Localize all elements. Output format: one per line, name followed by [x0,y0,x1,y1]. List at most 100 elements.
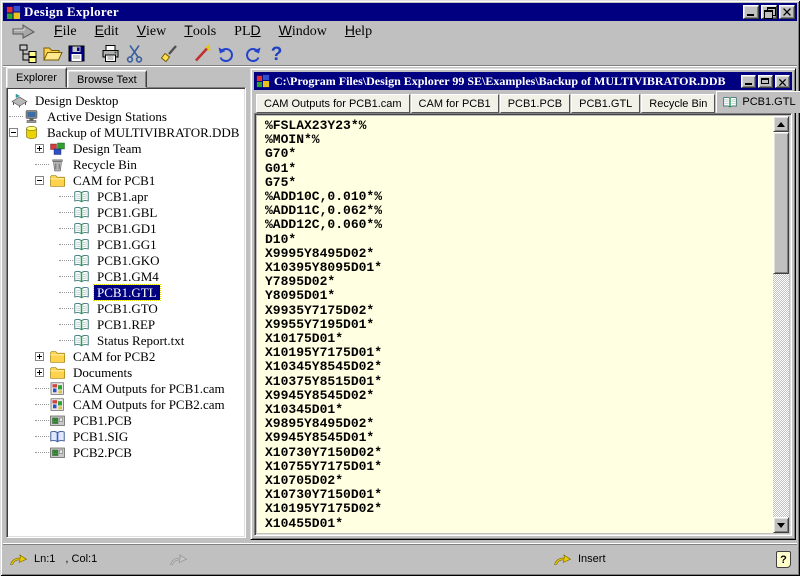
open-folder-button[interactable] [41,42,65,65]
menu-item[interactable]: Edit [86,21,128,41]
menu-item[interactable]: Tools [175,21,225,41]
document-window-controls [741,75,790,88]
document-tab[interactable]: PCB1.GTL [571,94,640,113]
tree-item[interactable]: PCB1.GKO [7,252,245,268]
tree-item[interactable]: CAM Outputs for PCB2.cam [7,396,245,412]
tree-item[interactable]: PCB1.apr [7,188,245,204]
scrollbar-track[interactable] [773,132,789,517]
title-bar[interactable]: Design Explorer [3,3,797,21]
editor-line: X9935Y7175D02* [265,304,773,318]
help-icon: ? [266,43,287,64]
menu-item[interactable]: PLD [225,21,269,41]
scroll-down-button[interactable] [773,517,789,533]
menu-item[interactable]: View [128,21,176,41]
document-window: C:\Program Files\Design Explorer 99 SE\E… [250,68,796,540]
insert-mode-indicator: Insert [578,553,606,565]
editor-line: X10730Y7150D02* [265,446,773,460]
tree-item[interactable]: Design Desktop [7,92,245,108]
menu-item[interactable]: Window [270,21,336,41]
menu-bar: File Edit View Tools PLD Window Help [3,21,797,41]
editor-line: X10755Y7175D01* [265,460,773,474]
doc-maximize-button[interactable] [758,75,773,88]
editor-line: Y7895D02* [265,275,773,289]
editor-line: Y8095D01* [265,289,773,303]
tree-item[interactable]: Status Report.txt [7,332,245,348]
explorer-toggle-button[interactable] [17,42,41,65]
close-button[interactable] [779,5,795,19]
tree-item[interactable]: PCB1.SIG [7,428,245,444]
textdoc-icon [73,269,90,284]
tree-item[interactable]: PCB1.GG1 [7,236,245,252]
tree-item[interactable]: Documents [7,364,245,380]
save-button[interactable] [65,42,89,65]
status-help-button[interactable]: ? [776,551,791,568]
tree-item[interactable]: Design Team [7,140,245,156]
tree-item[interactable]: PCB1.REP [7,316,245,332]
tree-item[interactable]: CAM for PCB1 [7,172,245,188]
nav-arrow-icon[interactable] [11,23,37,39]
tree-item[interactable]: CAM Outputs for PCB1.cam [7,380,245,396]
tree-item[interactable]: PCB1.GTO [7,300,245,316]
document-tab[interactable]: Recycle Bin [641,94,715,113]
menu-item[interactable]: Help [336,21,381,41]
document-title: C:\Program Files\Design Explorer 99 SE\E… [274,74,741,89]
tree-item[interactable]: PCB1.GD1 [7,220,245,236]
expand-toggle[interactable] [35,352,44,361]
scroll-up-button[interactable] [773,116,789,132]
tree-item[interactable]: PCB1.GTL [7,284,245,300]
open-folder-icon [42,43,63,64]
editor-line: X9895Y8495D02* [265,417,773,431]
minimize-button[interactable] [743,5,759,19]
cut-button[interactable] [123,42,147,65]
design-tree[interactable]: Design Desktop Active Design Stations Ba… [6,87,246,538]
expand-toggle[interactable] [9,128,18,137]
help-icon: ? [780,554,787,566]
help-button[interactable]: ? [265,42,289,65]
menu-items: File Edit View Tools PLD Window Help [45,21,381,41]
tree-item-label: PCB1.SIG [70,429,131,444]
undo-button[interactable] [215,42,239,65]
tree-item[interactable]: CAM for PCB2 [7,348,245,364]
tree-item[interactable]: Recycle Bin [7,156,245,172]
scrollbar-thumb[interactable] [773,132,789,274]
minimize-icon [747,14,754,16]
document-tab[interactable]: PCB1.GTL [716,91,800,113]
editor-line: X10175D01* [265,332,773,346]
document-title-bar[interactable]: C:\Program Files\Design Explorer 99 SE\E… [254,72,792,90]
tree-item[interactable]: PCB1.PCB [7,412,245,428]
panel-tab[interactable]: Explorer [6,67,67,88]
document-tab[interactable]: PCB1.PCB [500,94,570,113]
expand-toggle[interactable] [35,368,44,377]
arrow-down-icon [777,523,785,528]
wand-button[interactable] [191,42,215,65]
expand-toggle[interactable] [35,144,44,153]
folder-icon [49,173,66,188]
document-tab[interactable]: CAM Outputs for PCB1.cam [256,94,410,113]
text-editor[interactable]: %FSLAX23Y23*% %MOIN*% G70* G01* G75* %AD… [257,116,773,533]
doc-close-button[interactable] [775,75,790,88]
tree-item[interactable]: Active Design Stations [7,108,245,124]
pcbdoc-icon [49,413,66,428]
tree-item[interactable]: PCB1.GBL [7,204,245,220]
tree-connector [59,308,73,309]
arrow-up-icon [777,122,785,127]
menu-item[interactable]: File [45,21,86,41]
doc-minimize-button[interactable] [741,75,756,88]
document-tab[interactable]: CAM for PCB1 [411,94,499,113]
tree-connector [35,436,49,437]
tree-item[interactable]: PCB2.PCB [7,444,245,460]
tree-item-label: CAM Outputs for PCB2.cam [70,397,228,412]
vertical-scrollbar[interactable] [773,116,789,533]
tree-item-label: Design Team [70,141,145,156]
panel-tab[interactable]: Browse Text [67,70,147,88]
tree-item[interactable]: Backup of MULTIVIBRATOR.DDB [7,124,245,140]
pcbdoc-icon [49,445,66,460]
tree-item[interactable]: PCB1.GM4 [7,268,245,284]
editor-line: X10195Y7175D02* [265,502,773,516]
print-button[interactable] [99,42,123,65]
panel-tabs: Explorer Browse Text [6,67,147,88]
expand-toggle[interactable] [35,176,44,185]
redo-button[interactable] [241,42,265,65]
restore-button[interactable] [761,5,777,19]
brush-button[interactable] [157,42,181,65]
